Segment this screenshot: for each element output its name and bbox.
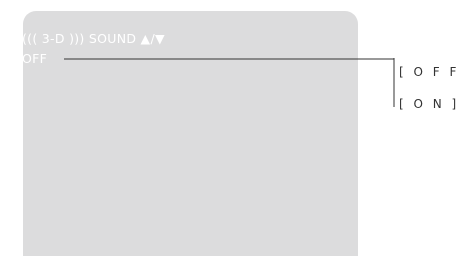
osd-current-value: OFF [22,51,48,66]
osd-menu-title: ((( 3-D ))) SOUND ▲/▼ [22,31,165,46]
tv-screen [23,11,358,256]
option-off[interactable]: [ O F F ] [399,64,466,80]
option-on[interactable]: [ O N ] [399,96,459,112]
